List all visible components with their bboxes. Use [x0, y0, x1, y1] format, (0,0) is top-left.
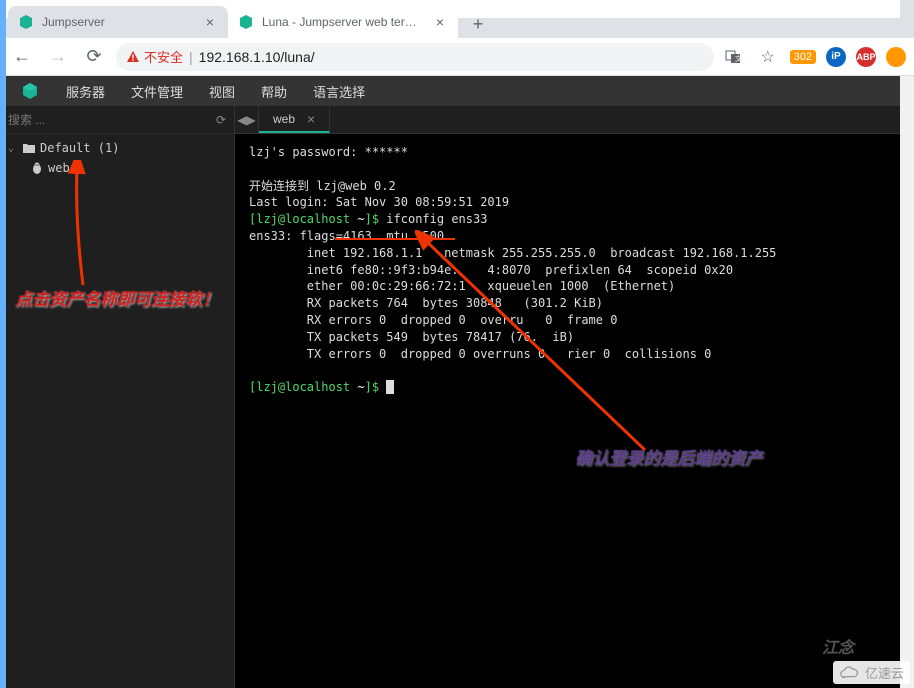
terminal-tab-label: web — [273, 112, 295, 126]
refresh-icon[interactable]: ⟳ — [216, 113, 226, 127]
browser-tab-0[interactable]: Jumpserver × — [8, 6, 228, 38]
menu-help[interactable]: 帮助 — [249, 76, 299, 106]
terminal-pane: ◀▶ web × lzj's password: ****** 开始连接到 lz… — [235, 106, 914, 688]
svg-text:文: 文 — [735, 54, 742, 63]
address-bar[interactable]: 不安全 | 192.168.1.10/luna/ — [116, 43, 714, 71]
asset-sidebar: ⟳ ⌄ Default (1) web — [0, 106, 235, 688]
extension-icon-1[interactable]: iP — [826, 47, 846, 67]
folder-icon — [22, 141, 36, 155]
tab-favicon — [18, 14, 34, 30]
tree-root-default[interactable]: ⌄ Default (1) — [0, 138, 234, 158]
app-menubar: 服务器 文件管理 视图 帮助 语言选择 — [0, 76, 914, 106]
terminal-output[interactable]: lzj's password: ****** 开始连接到 lzj@web 0.2… — [235, 134, 914, 688]
chevron-down-icon: ⌄ — [8, 143, 18, 154]
menu-view[interactable]: 视图 — [197, 76, 247, 106]
close-icon[interactable]: × — [432, 14, 448, 30]
search-row: ⟳ — [0, 106, 234, 134]
profile-avatar[interactable] — [886, 47, 906, 67]
tab-title: Luna - Jumpserver web termin — [262, 15, 424, 29]
tab-favicon — [238, 14, 254, 30]
browser-toolbar: ← → ⟳ 不安全 | 192.168.1.10/luna/ 文 ☆ 302 i… — [0, 38, 914, 76]
menu-language[interactable]: 语言选择 — [301, 76, 377, 106]
browser-tab-1[interactable]: Luna - Jumpserver web termin × — [228, 6, 458, 38]
window-edge-highlight — [0, 0, 6, 688]
extension-icon-2[interactable]: ABP — [856, 47, 876, 67]
star-icon[interactable]: ☆ — [756, 45, 780, 69]
asset-tree: ⌄ Default (1) web — [0, 134, 234, 182]
watermark: 亿速云 — [833, 661, 910, 684]
forward-button[interactable]: → — [44, 43, 72, 71]
close-icon[interactable]: × — [202, 14, 218, 30]
tree-node-web[interactable]: web — [0, 158, 234, 178]
annotation-underline — [335, 238, 455, 240]
security-warning: 不安全 — [126, 47, 183, 66]
menu-filemanager[interactable]: 文件管理 — [119, 76, 195, 106]
tree-root-label: Default (1) — [40, 141, 119, 155]
translate-icon[interactable]: 文 — [722, 45, 746, 69]
reload-button[interactable]: ⟳ — [80, 43, 108, 71]
warning-icon — [126, 50, 140, 64]
extension-badge[interactable]: 302 — [790, 50, 816, 64]
search-input[interactable] — [8, 113, 210, 127]
cloud-icon — [839, 666, 861, 680]
menu-server[interactable]: 服务器 — [54, 76, 117, 106]
tree-node-label: web — [48, 161, 70, 175]
sidebar-collapse-button[interactable]: ◀▶ — [235, 106, 259, 133]
close-icon[interactable]: × — [307, 111, 315, 127]
terminal-tab-strip: ◀▶ web × — [235, 106, 914, 134]
app-logo[interactable] — [8, 82, 52, 100]
tab-title: Jumpserver — [42, 15, 194, 29]
terminal-tab-web[interactable]: web × — [259, 106, 330, 133]
luna-app: 服务器 文件管理 视图 帮助 语言选择 ⟳ ⌄ Default (1) — [0, 76, 914, 688]
linux-icon — [30, 161, 44, 175]
back-button[interactable]: ← — [8, 43, 36, 71]
url-text: 192.168.1.10/luna/ — [199, 49, 315, 65]
browser-scrollbar[interactable] — [900, 76, 914, 688]
